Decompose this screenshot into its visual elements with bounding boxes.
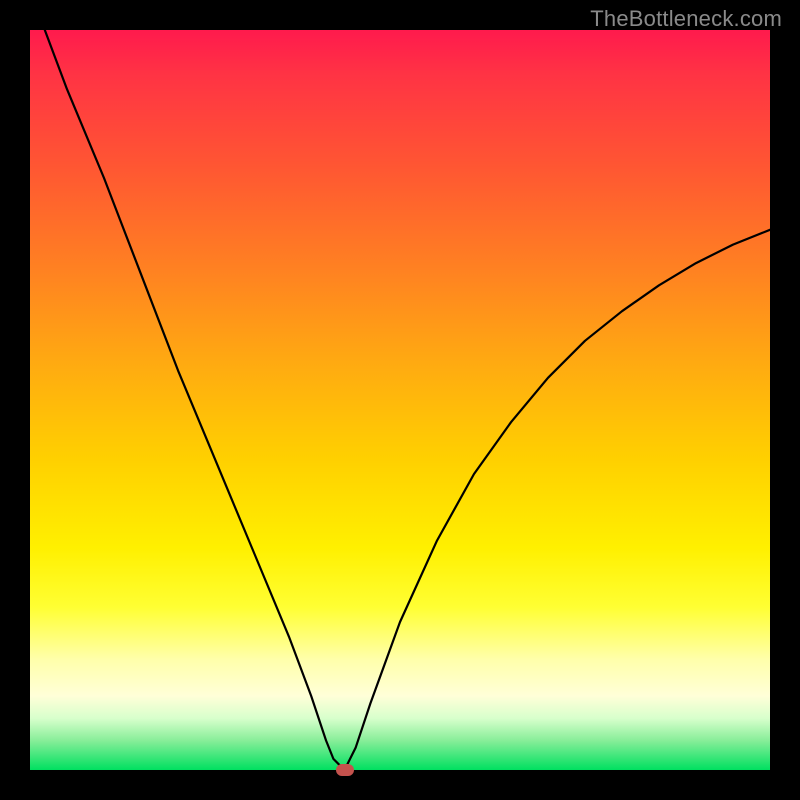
curve-right-path [345, 230, 771, 770]
watermark-text: TheBottleneck.com [590, 6, 782, 32]
plot-area [30, 30, 770, 770]
chart-frame: TheBottleneck.com [0, 0, 800, 800]
curve-left-path [45, 30, 345, 770]
optimal-point-marker [336, 764, 354, 776]
bottleneck-curve [30, 30, 770, 770]
